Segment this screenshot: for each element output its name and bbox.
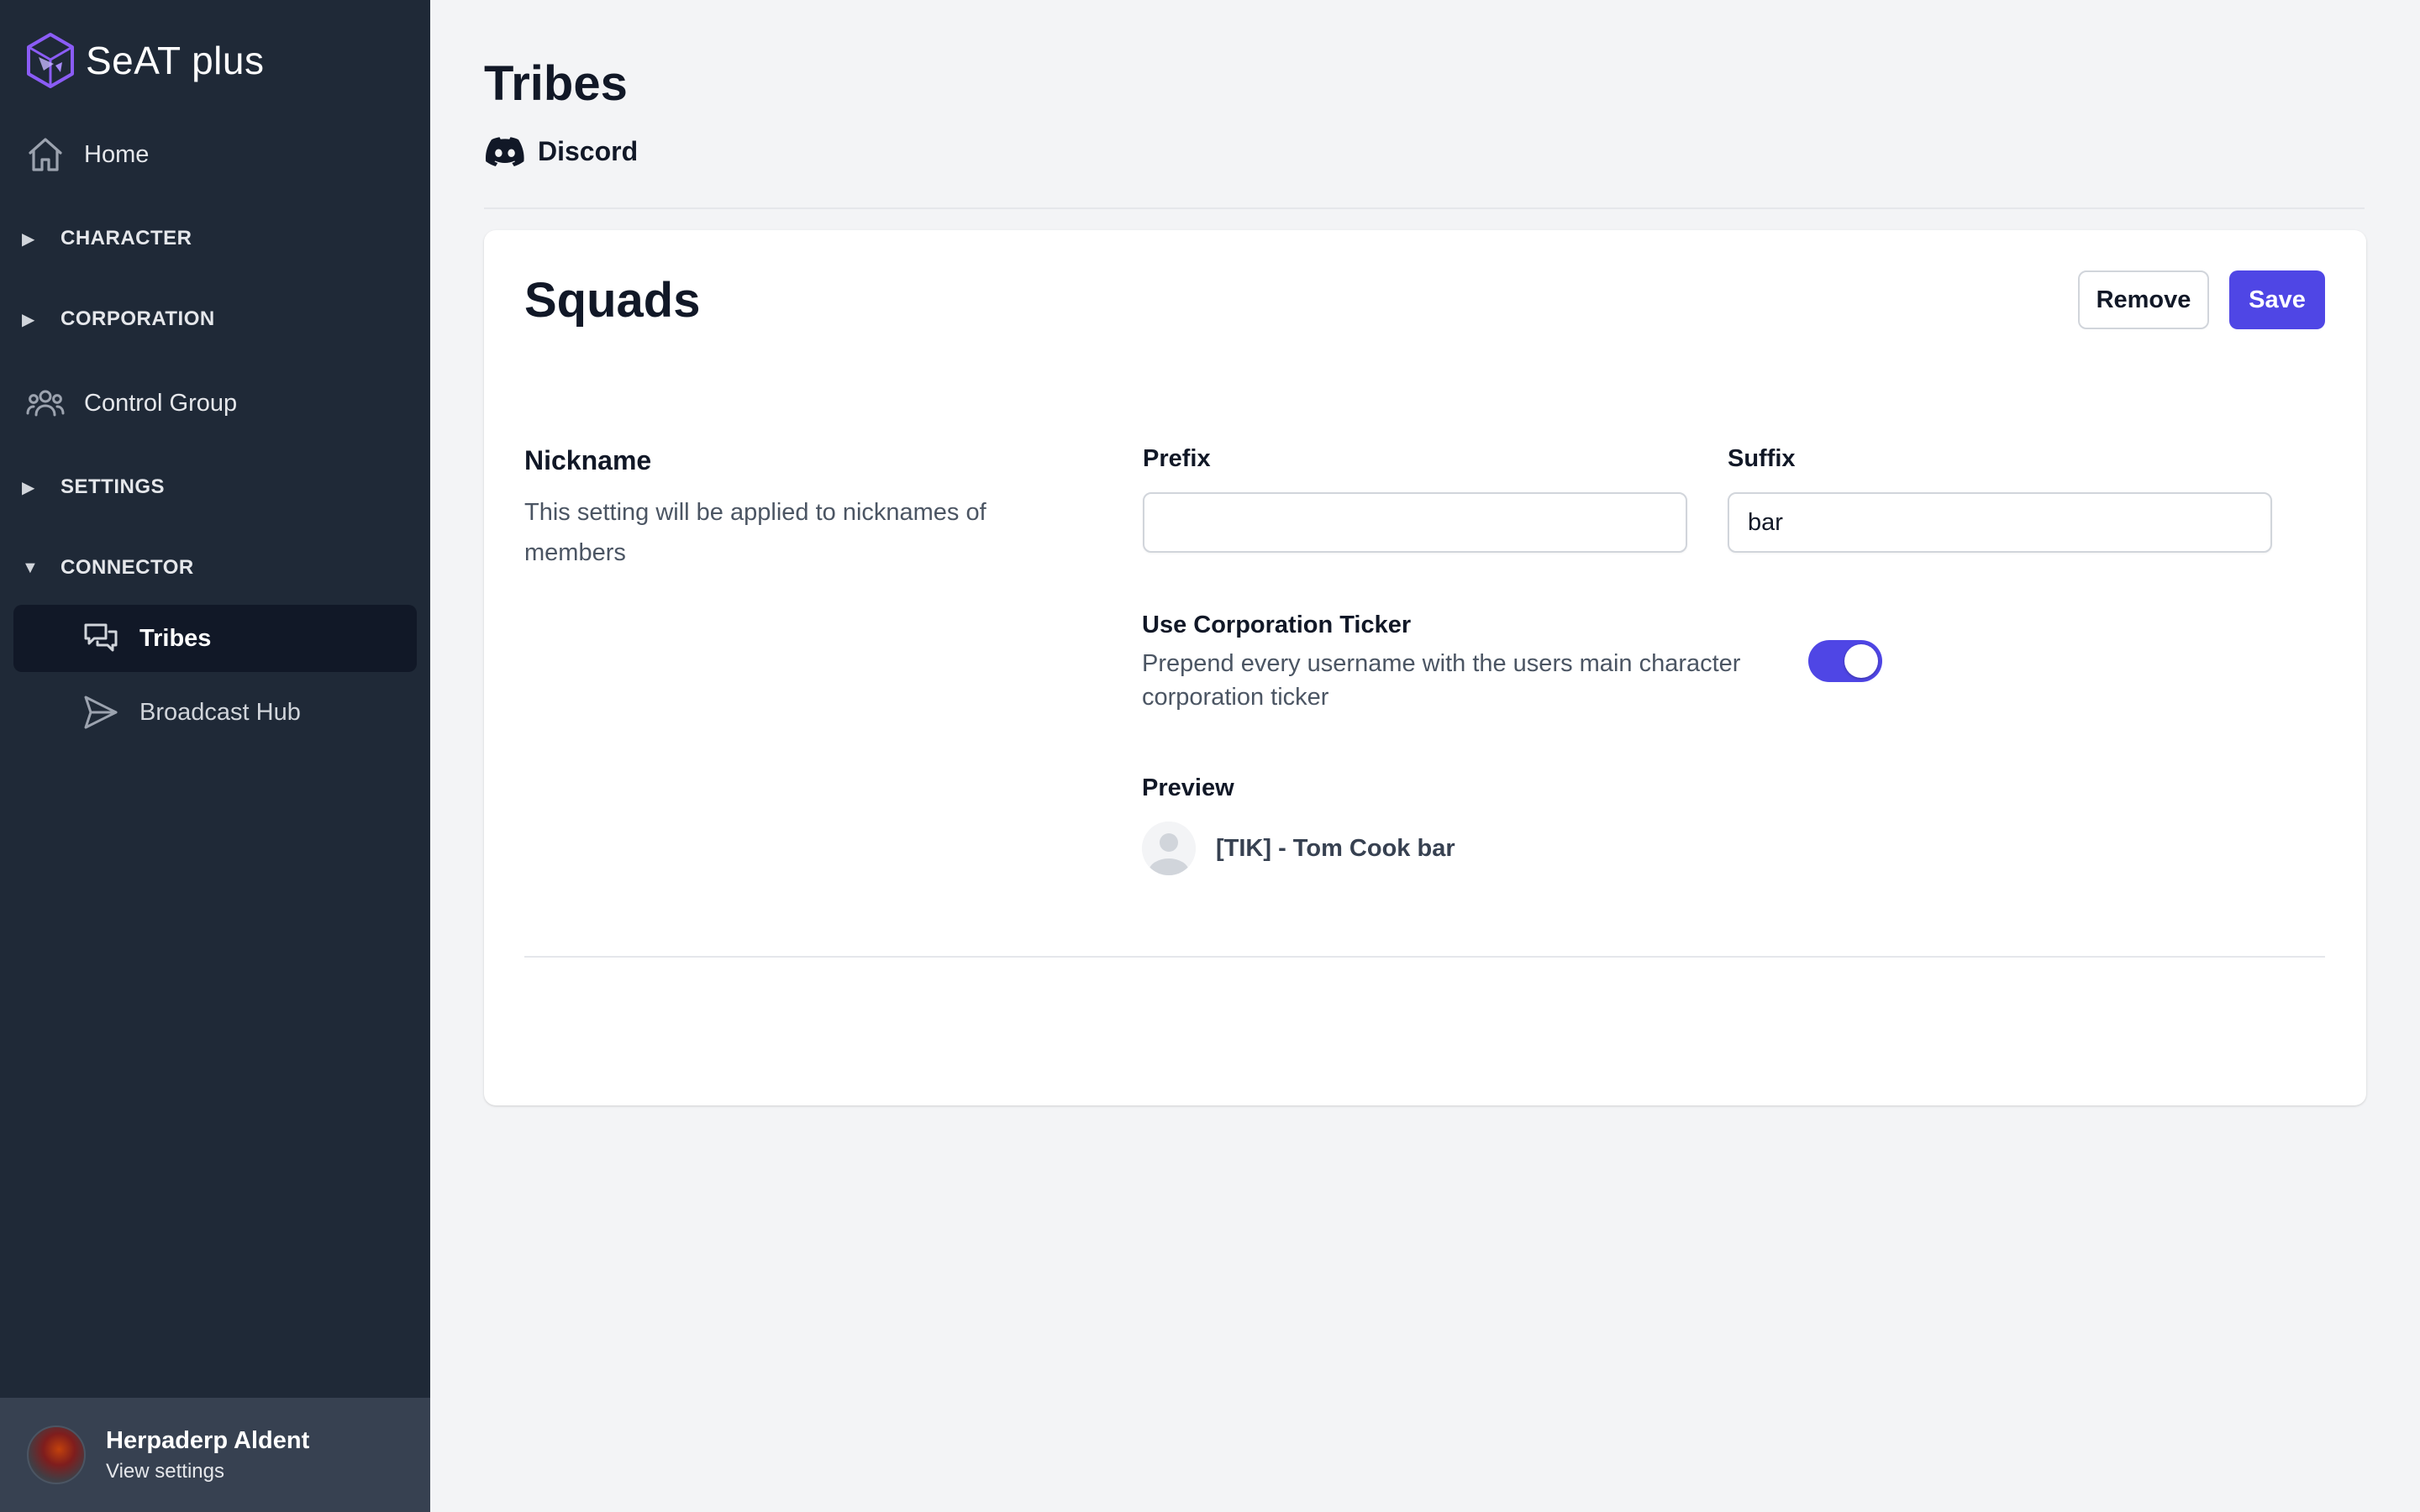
sidebar-section-connector[interactable]: ▼ CONNECTOR xyxy=(22,551,194,585)
sidebar-item-label: Tribes xyxy=(139,624,212,652)
seat-logo-icon xyxy=(27,33,74,88)
user-panel[interactable]: Herpaderp Aldent View settings xyxy=(0,1398,430,1512)
card-title: Squads xyxy=(524,273,701,328)
prefix-input[interactable] xyxy=(1143,492,1687,553)
page-subtitle: Discord xyxy=(486,136,638,167)
discord-icon xyxy=(486,136,524,166)
use-ticker-toggle[interactable] xyxy=(1808,640,1882,682)
sidebar-section-label: SETTINGS xyxy=(60,475,166,498)
save-button[interactable]: Save xyxy=(2229,270,2325,329)
caret-right-icon: ▶ xyxy=(22,478,35,497)
avatar xyxy=(27,1425,86,1484)
paper-plane-icon xyxy=(81,692,121,732)
squad-card: Squads Remove Save Nickname This setting… xyxy=(484,230,2366,1105)
sidebar-item-home[interactable]: Home xyxy=(13,121,417,188)
remove-button[interactable]: Remove xyxy=(2078,270,2209,329)
user-name: Herpaderp Aldent xyxy=(106,1426,310,1454)
header-divider xyxy=(484,207,2365,209)
caret-down-icon: ▼ xyxy=(22,558,39,577)
sidebar-item-broadcast-hub[interactable]: Broadcast Hub xyxy=(13,679,417,746)
sidebar-section-label: CHARACTER xyxy=(60,227,192,249)
suffix-input[interactable] xyxy=(1728,492,2272,553)
sidebar-section-corporation[interactable]: ▶ CORPORATION xyxy=(22,302,215,336)
sidebar-item-label: Broadcast Hub xyxy=(139,698,301,726)
sidebar-item-tribes[interactable]: Tribes xyxy=(13,605,417,672)
sidebar-section-settings[interactable]: ▶ SETTINGS xyxy=(22,470,165,504)
card-divider xyxy=(524,956,2325,958)
ticker-title: Use Corporation Ticker xyxy=(1142,612,1412,638)
sidebar: SeAT plus Home ▶ CHARACTER ▶ CORPORATION xyxy=(0,0,430,1512)
ticker-description: Prepend every username with the users ma… xyxy=(1142,650,1741,711)
preview-avatar-icon xyxy=(1142,822,1196,875)
nickname-section-title: Nickname xyxy=(524,445,652,475)
toggle-knob xyxy=(1844,644,1878,678)
sidebar-item-label: Control Group xyxy=(84,389,238,417)
home-icon xyxy=(25,134,66,175)
preview-row: [TIK] - Tom Cook bar xyxy=(1142,822,1455,875)
sidebar-section-label: CORPORATION xyxy=(60,307,215,330)
prefix-label: Prefix xyxy=(1143,445,1211,472)
app-name: SeAT plus xyxy=(86,39,265,82)
preview-label: Preview xyxy=(1142,774,1234,801)
brand[interactable]: SeAT plus xyxy=(25,32,264,89)
user-group-icon xyxy=(25,383,66,423)
page-title: Tribes xyxy=(484,56,628,111)
nickname-section-description: This setting will be applied to nickname… xyxy=(524,499,986,566)
page-subtitle-label: Discord xyxy=(538,136,639,166)
suffix-label: Suffix xyxy=(1728,445,1796,472)
caret-right-icon: ▶ xyxy=(22,310,35,329)
view-settings-link[interactable]: View settings xyxy=(106,1460,309,1483)
preview-nickname: [TIK] - Tom Cook bar xyxy=(1216,834,1455,862)
sidebar-item-control-group[interactable]: Control Group xyxy=(13,370,417,437)
chat-bubbles-icon xyxy=(81,618,121,659)
caret-right-icon: ▶ xyxy=(22,229,35,249)
sidebar-section-label: CONNECTOR xyxy=(60,556,194,579)
sidebar-item-label: Home xyxy=(84,140,150,168)
sidebar-section-character[interactable]: ▶ CHARACTER xyxy=(22,222,192,255)
